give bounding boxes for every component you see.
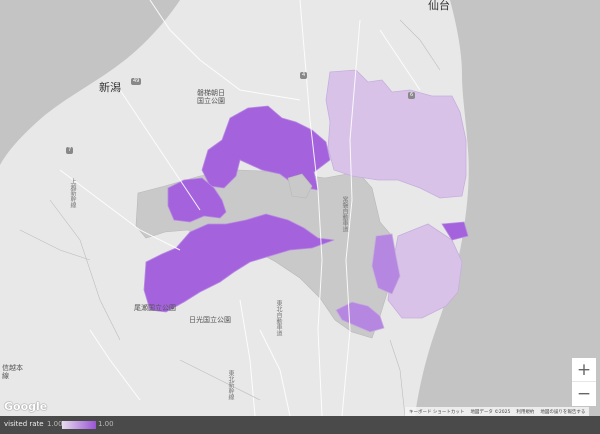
zoom-out-button[interactable]: −	[572, 382, 596, 406]
map-data-text: 地図データ ©2025	[470, 409, 511, 415]
keyboard-shortcuts-link[interactable]: キーボード ショートカット	[409, 409, 464, 415]
road-label-joban: 常磐自動車道	[341, 196, 348, 232]
map-view[interactable]: 仙台 新潟 磐梯朝日 国立公園 尾瀬国立公園 日光国立公園 信越本 線 上越新幹…	[0, 0, 600, 434]
legend-min-label: 1.00	[47, 420, 63, 428]
terms-link[interactable]: 利用規約	[516, 409, 534, 415]
city-label-sendai: 仙台	[428, 0, 450, 12]
legend-max-label: 1.00	[98, 420, 114, 428]
road-label-shinkansen: 東北新幹線	[227, 370, 234, 400]
legend-gradient	[62, 421, 96, 429]
report-error-link[interactable]: 地図の誤りを報告する	[540, 409, 585, 415]
zoom-in-button[interactable]: +	[572, 358, 596, 382]
map-canvas[interactable]	[0, 0, 600, 416]
park-label-bandai: 磐梯朝日 国立公園	[197, 89, 225, 105]
route-badge: 7	[66, 147, 74, 154]
city-label-niigata: 新潟	[99, 81, 121, 94]
route-badge: 49	[131, 78, 142, 85]
road-label-tohoku: 東北自動車道	[275, 300, 282, 336]
road-label-kanetsu: 上越新幹線	[69, 178, 76, 208]
route-badge: 4	[300, 72, 308, 79]
legend-bar: visited rate 1.00 1.00	[0, 416, 600, 434]
route-badge: 6	[408, 92, 416, 99]
partial-label-west: 信越本 線	[2, 364, 23, 380]
park-label-oze: 尾瀬国立公園	[134, 304, 176, 312]
park-label-nikko: 日光国立公園	[189, 316, 231, 324]
legend-title: visited rate	[4, 420, 44, 428]
attribution-bar: キーボード ショートカット 地図データ ©2025 利用規約 地図の誤りを報告す…	[405, 407, 590, 416]
google-logo[interactable]: Google	[4, 400, 47, 413]
